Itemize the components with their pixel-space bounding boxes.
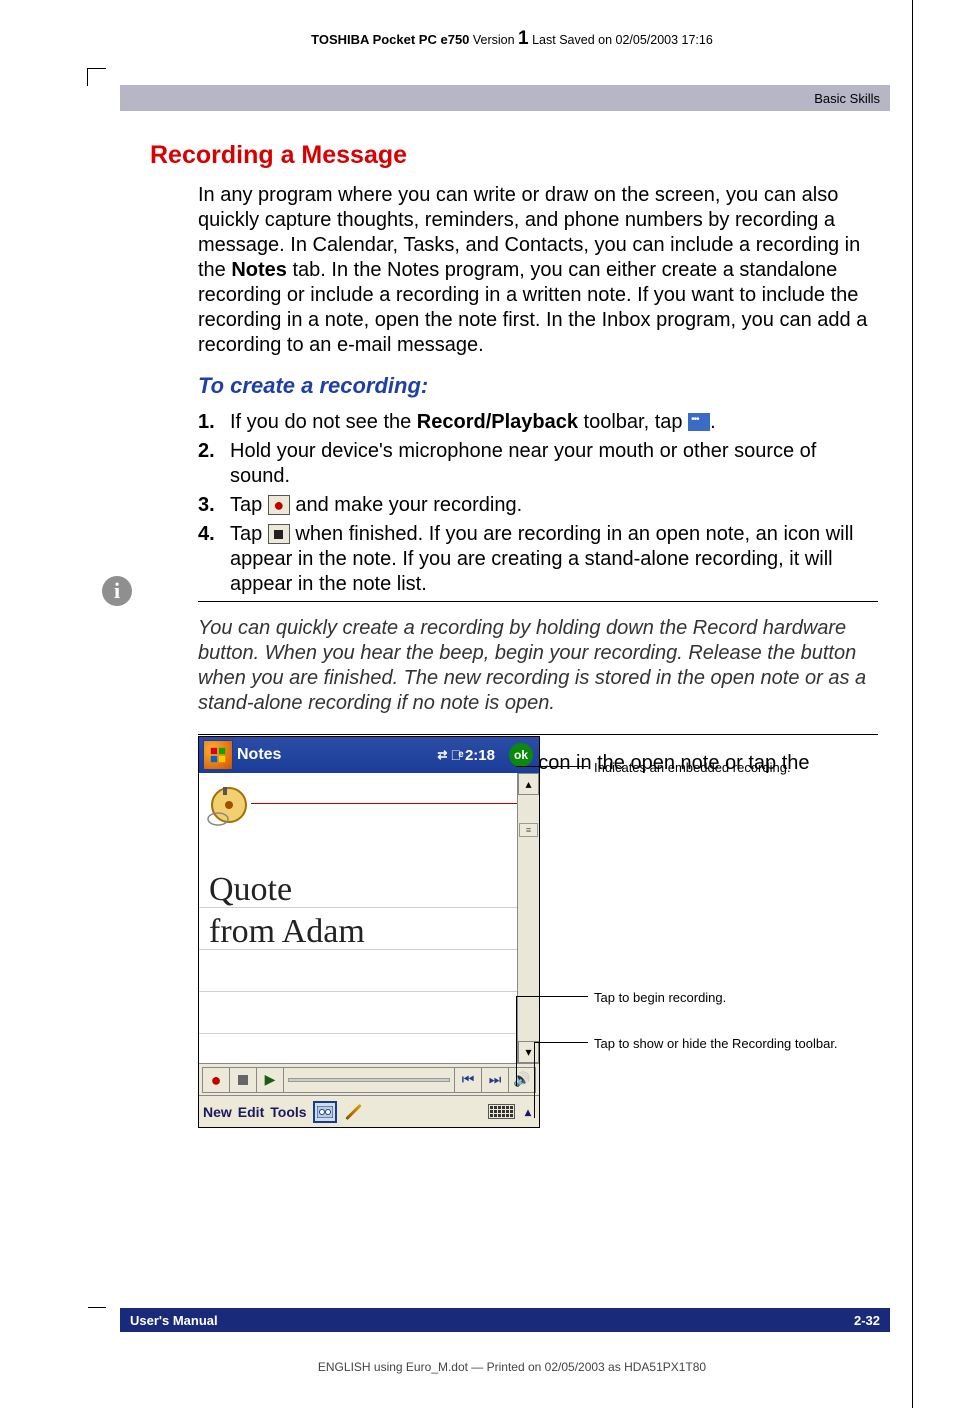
pocketpc-titlebar[interactable]: Notes ⇄ ◀ͤ 2:18 ok <box>199 737 539 773</box>
menu-edit[interactable]: Edit <box>238 1104 264 1120</box>
menu-new[interactable]: New <box>203 1104 232 1120</box>
stop-button-inline-icon <box>268 524 290 544</box>
bottom-menubar: New Edit Tools ▴ <box>199 1095 539 1127</box>
cassette-icon <box>688 413 710 431</box>
print-footer: ENGLISH using Euro_M.dot — Printed on 02… <box>140 1360 884 1374</box>
screenshot-wrap: Notes ⇄ ◀ͤ 2:18 ok Quote from Adam <box>198 736 918 1128</box>
note-canvas-area[interactable]: Quote from Adam ▴ ≡ ▾ <box>199 773 539 1063</box>
footer-page: 2-32 <box>854 1313 880 1328</box>
toolbar-record-button[interactable]: ● <box>202 1067 230 1093</box>
scroll-track[interactable]: ≡ <box>518 795 539 1041</box>
steps-list: 1. If you do not see the Record/Playback… <box>198 410 880 597</box>
note-canvas[interactable]: Quote from Adam <box>199 773 517 1063</box>
crop-mark-tl <box>88 68 106 74</box>
step-3: 3. Tap ● and make your recording. <box>198 493 880 518</box>
footer-band: User's Manual 2-32 <box>120 1308 890 1332</box>
callout-vline-begin <box>516 996 517 1086</box>
app-title: Notes <box>237 746 281 764</box>
ok-button[interactable]: ok <box>509 743 533 767</box>
record-button-inline-icon: ● <box>268 495 290 515</box>
callout-line-begin <box>516 996 588 997</box>
header-version: 1 <box>518 28 529 49</box>
breadcrumb: Basic Skills <box>814 91 880 106</box>
handwriting-line-1: Quote <box>209 871 292 909</box>
recording-toolbar: ● ▶ ⏮ ⏭ 🔊 <box>199 1063 539 1095</box>
toolbar-prev-button[interactable]: ⏮ <box>454 1067 482 1093</box>
pen-icon[interactable] <box>343 1101 365 1123</box>
scroll-up-button[interactable]: ▴ <box>518 773 539 795</box>
scroll-down-button[interactable]: ▾ <box>518 1041 539 1063</box>
running-header: TOSHIBA Pocket PC e750 Version 1 Last Sa… <box>140 28 884 50</box>
callout-embedded: Indicates an embedded recording. <box>594 760 791 775</box>
step-1: 1. If you do not see the Record/Playback… <box>198 410 880 435</box>
step-2: 2. Hold your device's microphone near yo… <box>198 439 880 489</box>
vertical-scrollbar[interactable]: ▴ ≡ ▾ <box>517 773 539 1063</box>
toolbar-stop-button[interactable] <box>229 1067 257 1093</box>
section-heading: Recording a Message <box>150 140 880 171</box>
crop-mark-right <box>912 0 913 1408</box>
speaker-icon: ◀ͤ <box>450 747 461 763</box>
connectivity-icon: ⇄ <box>437 748 446 762</box>
embedded-recording-icon[interactable] <box>205 781 253 827</box>
crop-mark-bl-h <box>88 1307 106 1308</box>
callout-begin: Tap to begin recording. <box>594 990 726 1005</box>
callout-line-toolbar <box>534 1042 588 1043</box>
header-product: TOSHIBA Pocket PC e750 <box>311 32 469 47</box>
step-4: 4. Tap when finished. If you are recordi… <box>198 522 880 597</box>
note-rule-bottom <box>198 734 878 735</box>
recording-toolbar-toggle-icon[interactable] <box>313 1101 337 1123</box>
content-area: Recording a Message In any program where… <box>150 140 880 813</box>
footer-left: User's Manual <box>130 1313 218 1328</box>
note-box: You can quickly create a recording by ho… <box>198 616 880 716</box>
toolbar-next-button[interactable]: ⏭ <box>481 1067 509 1093</box>
pocketpc-window: Notes ⇄ ◀ͤ 2:18 ok Quote from Adam <box>198 736 540 1128</box>
toolbar-progress-slider[interactable] <box>283 1067 455 1093</box>
toolbar-volume-button[interactable]: 🔊 <box>508 1067 536 1093</box>
embedded-callout-line <box>251 803 517 804</box>
sip-up-arrow-icon[interactable]: ▴ <box>521 1105 535 1119</box>
callout-toolbar: Tap to show or hide the Recording toolba… <box>594 1036 838 1051</box>
sip-keyboard-icon[interactable] <box>488 1104 515 1119</box>
handwriting-line-2: from Adam <box>209 913 365 951</box>
toolbar-play-button[interactable]: ▶ <box>256 1067 284 1093</box>
subsection-heading: To create a recording: <box>198 372 880 400</box>
start-flag-icon[interactable] <box>203 740 233 770</box>
intro-paragraph: In any program where you can write or dr… <box>198 183 880 358</box>
chapter-band-top: Basic Skills <box>120 85 890 111</box>
menu-tools[interactable]: Tools <box>270 1104 306 1120</box>
info-icon: i <box>102 576 132 606</box>
scroll-thumb[interactable]: ≡ <box>519 823 538 837</box>
status-area[interactable]: ⇄ ◀ͤ 2:18 <box>437 747 495 764</box>
note-rule-top <box>198 601 878 602</box>
clock: 2:18 <box>465 747 495 764</box>
callout-vline-toolbar <box>534 1042 535 1118</box>
callout-line-embedded <box>516 766 588 767</box>
